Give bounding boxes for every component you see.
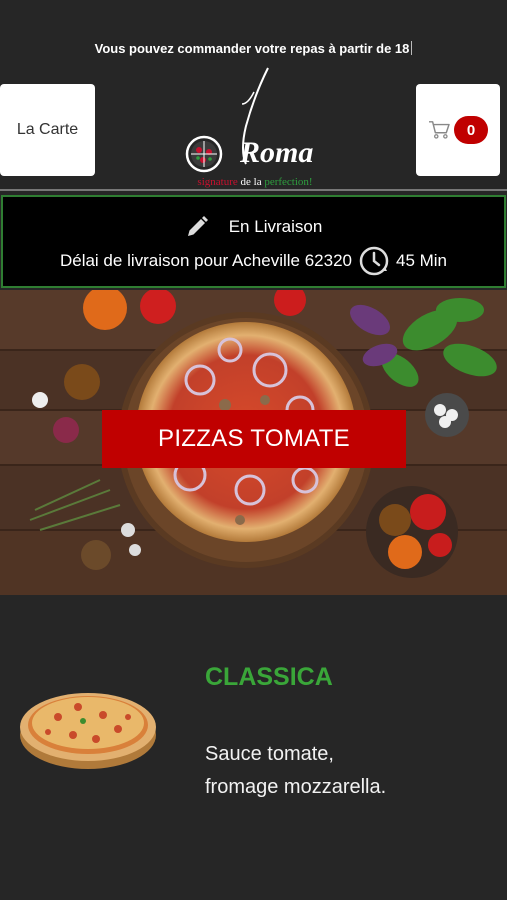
delivery-delay-label: Délai de livraison pour Acheville 62320: [59, 251, 352, 270]
product-description: Sauce tomate, fromage mozzarella.: [205, 743, 387, 798]
pencil-icon[interactable]: [185, 215, 209, 239]
logo-text: Roma: [239, 136, 313, 169]
cart-count-badge: 0: [454, 116, 488, 144]
product-card[interactable]: CLASSICA Sauce tomate, fromage mozzarell…: [0, 595, 507, 900]
logo-tagline: signature de la perfection!: [197, 176, 313, 188]
cart-button[interactable]: 0: [416, 84, 500, 176]
delivery-info-panel[interactable]: En Livraison Délai de livraison pour Ach…: [1, 195, 506, 288]
menu-button[interactable]: La Carte: [0, 84, 95, 176]
order-time-notice: Vous pouvez commander votre repas à part…: [0, 41, 507, 56]
category-hero[interactable]: PIZZAS TOMATE: [0, 290, 507, 595]
delivery-mode-label: En Livraison: [228, 217, 323, 236]
category-button[interactable]: PIZZAS TOMATE: [102, 410, 406, 468]
restaurant-logo[interactable]: Roma: [180, 64, 330, 188]
product-name: CLASSICA: [205, 663, 333, 691]
header-divider: [0, 189, 507, 191]
top-banner: Vous pouvez commander votre repas à part…: [0, 0, 507, 190]
delivery-delay-value: 45 Min: [395, 251, 448, 270]
product-image[interactable]: [18, 677, 158, 773]
clock-icon: [359, 246, 389, 276]
cart-icon: [429, 121, 450, 139]
